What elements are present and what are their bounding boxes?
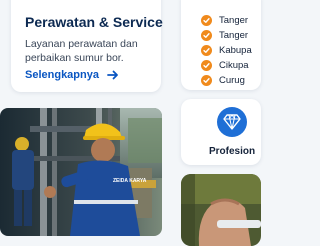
list-item-label: Curug [219,74,245,86]
check-icon [201,29,212,41]
arrow-right-icon [107,70,118,80]
list-item: Curug [201,74,245,86]
list-item: Tanger [201,29,248,41]
hand-illustration [181,174,261,246]
service-card-description: Layanan perawatan dan perbaikan sumur bo… [25,38,138,64]
list-item-label: Tanger [219,14,249,26]
coverage-list-panel: Tanger Tanger Kabupa Cikupa Curug [181,0,261,90]
service-card: Perawatan & Service Layanan perawatan da… [11,0,163,92]
service-card-title: Perawatan & Service [25,14,163,30]
feature-card-professional: Profesion [181,99,261,165]
service-more-link-label: Selengkapnya [25,69,99,81]
list-item: Tanger [201,14,248,26]
feature-label: Profesion [209,146,256,157]
diamond-icon [223,114,241,130]
drilling-worker-photo: ZEIDA KARYA [0,108,162,236]
check-icon [201,44,212,56]
list-item: Cikupa [201,59,249,71]
list-item-label: Kabupa [219,44,252,56]
check-icon [201,14,212,26]
list-item-label: Tanger [219,29,249,41]
service-more-link[interactable]: Selengkapnya [25,69,119,81]
check-icon [201,59,212,71]
worker-illustration: ZEIDA KARYA [0,108,162,236]
list-item-label: Cikupa [219,59,249,71]
diamond-badge [217,107,247,137]
shirt-logo-text: ZEIDA KARYA [113,178,147,184]
hand-photo [181,174,261,246]
check-icon [201,74,212,86]
list-item: Kabupa [201,44,252,56]
